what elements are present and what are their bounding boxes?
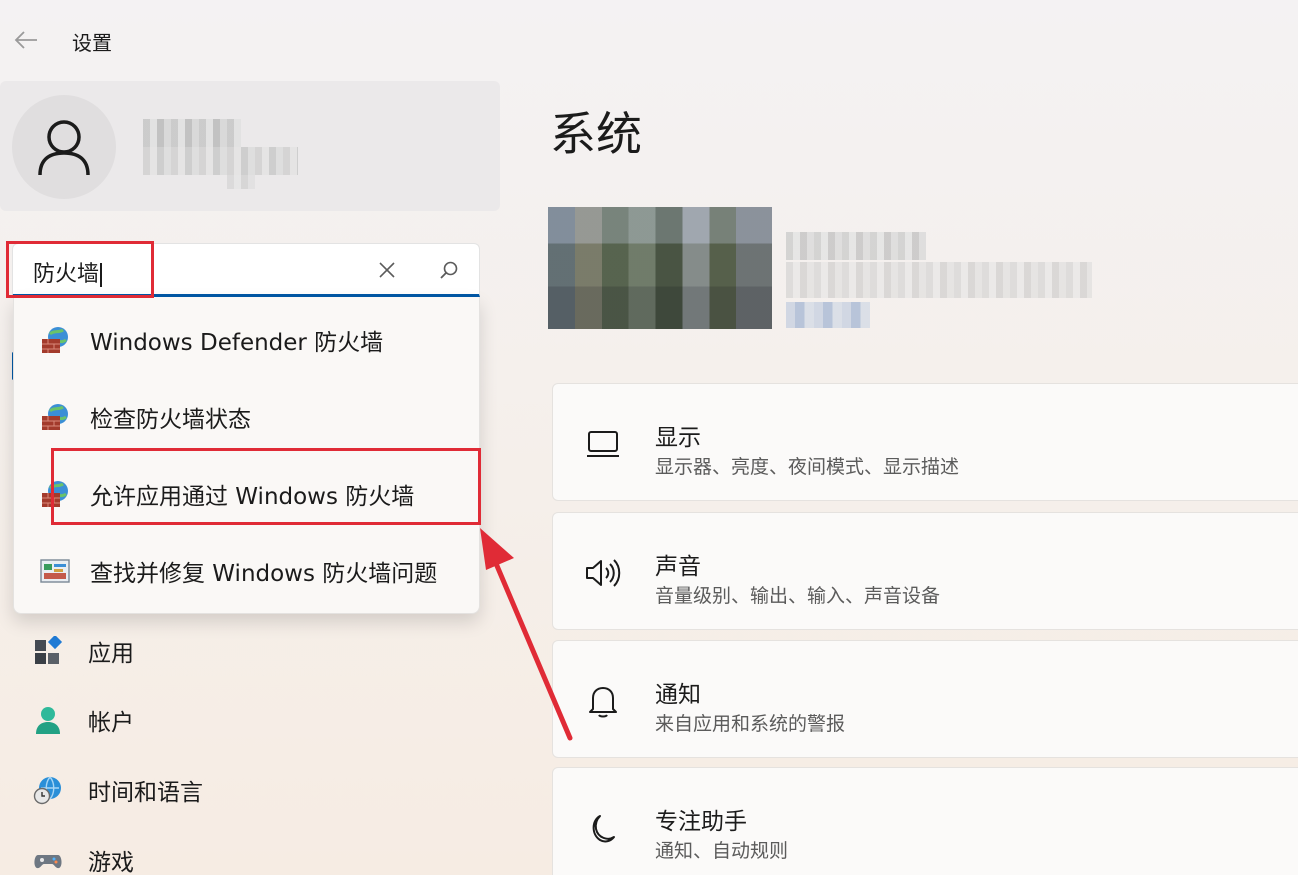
sidebar-item-label: 游戏 <box>88 850 134 875</box>
card-title: 通知 <box>655 682 701 708</box>
avatar <box>12 95 116 199</box>
search-input[interactable]: 防火墙 <box>33 256 103 288</box>
title-bar: 设置 <box>0 0 1298 80</box>
firewall-globe-icon <box>42 404 68 430</box>
sidebar-item-label: 时间和语言 <box>88 780 203 806</box>
clear-search-button[interactable] <box>373 256 401 284</box>
settings-card-sound[interactable]: 声音 音量级别、输出、输入、声音设备 <box>552 512 1298 630</box>
text-caret <box>100 263 103 287</box>
suggestion-item[interactable]: 允许应用通过 Windows 防火墙 <box>14 461 479 527</box>
sidebar-item-apps[interactable]: 应用 <box>20 627 480 675</box>
gaming-icon <box>32 844 64 875</box>
speaker-icon <box>583 553 623 593</box>
firewall-globe-icon <box>42 327 68 353</box>
sidebar-item-label: 应用 <box>88 641 134 667</box>
redacted-device-info <box>786 218 1096 330</box>
page-title: 系统 <box>550 107 642 161</box>
suggestion-item[interactable]: 查找并修复 Windows 防火墙问题 <box>14 538 479 604</box>
back-button[interactable] <box>10 24 42 56</box>
search-icon <box>440 261 458 279</box>
redacted-device-model <box>786 262 1092 298</box>
settings-card-notifications[interactable]: 通知 来自应用和系统的警报 <box>552 640 1298 758</box>
settings-card-display[interactable]: 显示 显示器、亮度、夜间模式、显示描述 <box>552 383 1298 501</box>
bell-icon <box>583 681 623 721</box>
user-icon <box>38 120 90 176</box>
suggestion-label: 允许应用通过 Windows 防火墙 <box>90 484 415 510</box>
redacted-rename-link <box>786 302 870 328</box>
search-suggestions: Windows Defender 防火墙 检查防火墙状态 允许应用通过 Wind… <box>13 297 480 614</box>
sidebar-item-time-language[interactable]: 时间和语言 <box>20 766 480 814</box>
card-subtitle: 通知、自动规则 <box>655 840 789 862</box>
sidebar-item-label: 帐户 <box>88 710 134 736</box>
suggestion-label: 查找并修复 Windows 防火墙问题 <box>90 561 438 587</box>
moon-icon <box>583 808 623 848</box>
redacted-username <box>143 119 241 147</box>
troubleshooter-icon <box>40 559 70 583</box>
annotation-arrow <box>480 528 573 741</box>
card-subtitle: 音量级别、输出、输入、声音设备 <box>655 585 941 607</box>
card-subtitle: 显示器、亮度、夜间模式、显示描述 <box>655 456 960 478</box>
back-arrow-icon <box>14 31 37 49</box>
suggestion-label: Windows Defender 防火墙 <box>90 330 384 356</box>
redacted-email <box>143 147 298 175</box>
profile-card[interactable] <box>0 81 500 211</box>
time-language-icon <box>32 774 64 806</box>
suggestion-item[interactable]: 检查防火墙状态 <box>14 384 479 450</box>
apps-icon <box>32 635 64 667</box>
sidebar-item-gaming[interactable]: 游戏 <box>20 836 480 875</box>
sidebar-item-accounts[interactable]: 帐户 <box>20 696 480 744</box>
suggestion-label: 检查防火墙状态 <box>90 407 251 433</box>
settings-card-focus-assist[interactable]: 专注助手 通知、自动规则 <box>552 767 1298 875</box>
search-button[interactable] <box>435 256 463 284</box>
firewall-globe-icon <box>42 481 68 507</box>
redacted-device-name <box>786 232 926 260</box>
close-icon <box>379 262 395 278</box>
search-box[interactable]: 防火墙 <box>12 243 480 297</box>
card-title: 显示 <box>655 425 701 451</box>
card-title: 专注助手 <box>655 809 747 835</box>
card-subtitle: 来自应用和系统的警报 <box>655 713 846 735</box>
monitor-icon <box>583 424 623 464</box>
redacted-email-tail <box>227 175 255 189</box>
suggestion-item[interactable]: Windows Defender 防火墙 <box>14 307 479 373</box>
card-title: 声音 <box>655 554 701 580</box>
device-wallpaper-thumbnail[interactable] <box>548 207 772 329</box>
account-icon <box>32 704 64 736</box>
app-title: 设置 <box>72 31 112 55</box>
